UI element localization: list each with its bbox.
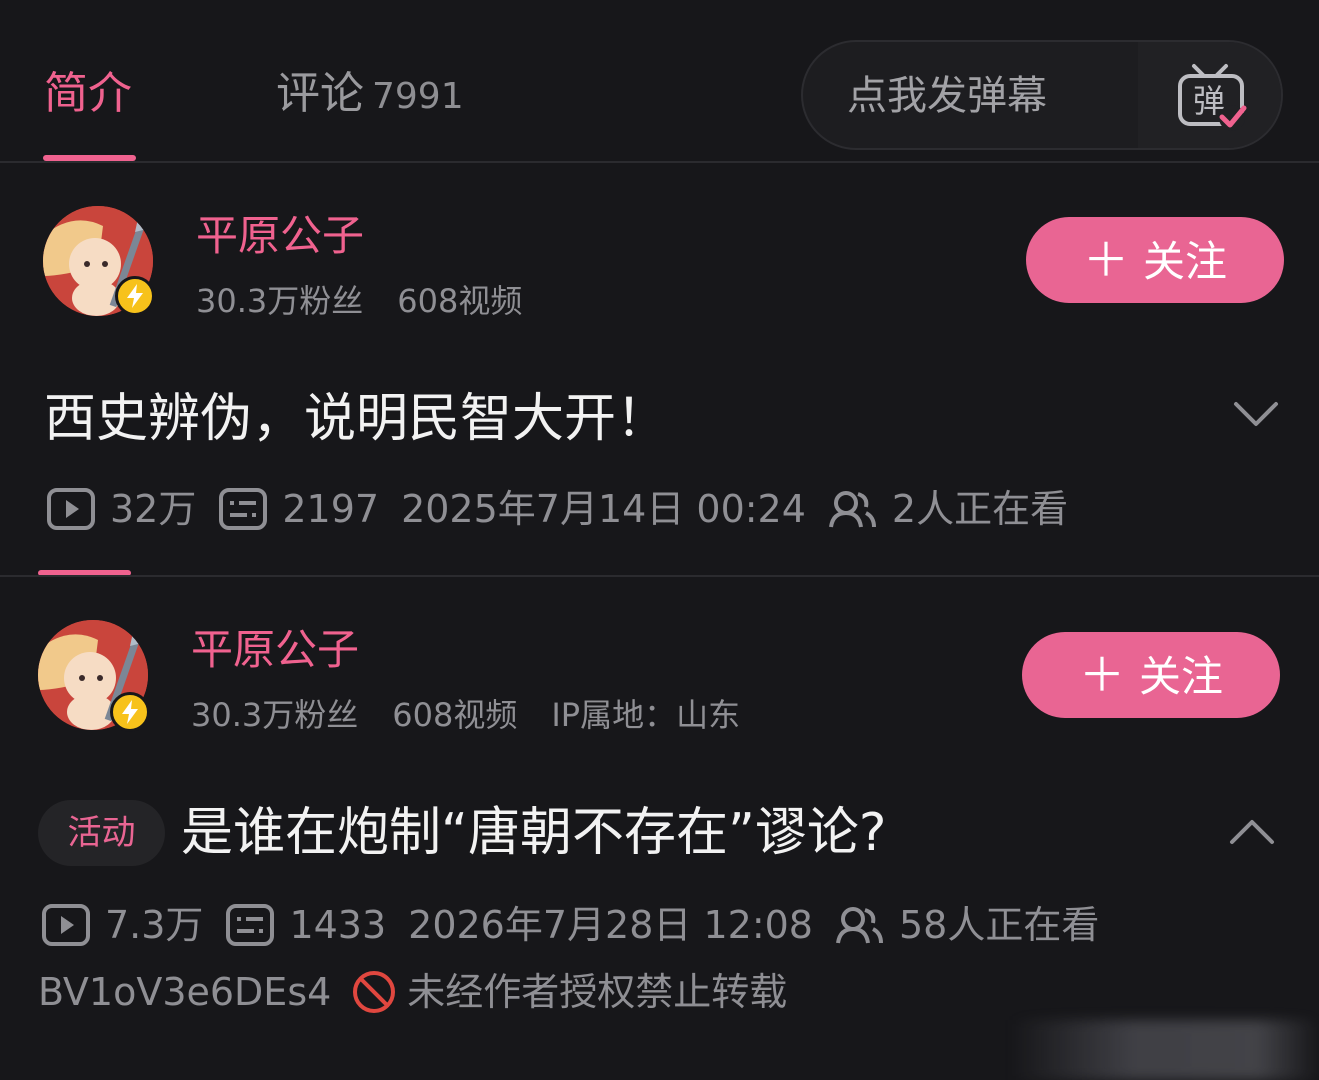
follow-button[interactable]: ＋ 关注 <box>1022 632 1280 718</box>
section-divider <box>0 575 1319 577</box>
watching-stat: 58人正在看 <box>835 900 1099 950</box>
ip-location: IP属地：山东 <box>551 696 741 734</box>
danmaku-count-icon <box>219 488 268 530</box>
fans-count: 30.3万粉丝 <box>191 696 359 734</box>
danmaku-toggle-icon: 弹 <box>1177 64 1246 131</box>
views-stat: 32万 <box>46 484 196 534</box>
play-count-icon <box>42 904 90 946</box>
danmaku-bar: 点我发弹幕 弹 <box>801 40 1283 150</box>
watching-count: 2人正在看 <box>891 487 1069 531</box>
watching-count: 58人正在看 <box>898 903 1100 947</box>
follow-button[interactable]: ＋ 关注 <box>1026 217 1284 303</box>
follow-label: 关注 <box>1138 652 1223 701</box>
verified-badge <box>110 692 150 732</box>
tab-bar-divider <box>0 161 1319 163</box>
bvid-row: BV1oV3e6DEs4 未经作者授权禁止转载 <box>38 966 787 1018</box>
author-avatar[interactable] <box>38 620 150 732</box>
plus-icon: ＋ <box>1082 233 1129 287</box>
image-artifact <box>1010 1020 1319 1080</box>
danmaku-stat: 1433 <box>225 900 386 950</box>
views-count: 32万 <box>110 487 197 531</box>
danmaku-input[interactable]: 点我发弹幕 <box>847 68 1047 124</box>
bvid[interactable]: BV1oV3e6DEs4 <box>38 966 331 1018</box>
danmaku-stat: 2197 <box>218 484 379 534</box>
tab-intro[interactable]: 简介 <box>44 66 132 122</box>
verified-badge <box>115 276 155 316</box>
lightning-icon <box>122 700 138 724</box>
tab-comments[interactable]: 评论 7991 <box>276 66 464 125</box>
repost-notice: 未经作者授权禁止转载 <box>407 970 788 1014</box>
video-stats: 32万 2197 2025年7月14日 00:24 2人正在看 <box>46 484 1090 534</box>
views-stat: 7.3万 <box>41 900 203 950</box>
activity-tag[interactable]: 活动 <box>38 800 165 866</box>
fans-count: 30.3万粉丝 <box>196 282 364 320</box>
author-meta: 30.3万粉丝 608视频 IP属地：山东 <box>191 694 774 736</box>
viewers-icon <box>836 907 883 944</box>
danmaku-count: 2197 <box>282 487 380 531</box>
publish-date: 2026年7月28日 12:08 <box>408 900 813 950</box>
video-title: 西史辨伪，说明民智大开！ <box>44 389 669 449</box>
tab-comments-label: 评论 <box>276 68 364 119</box>
no-repost-icon <box>353 971 396 1013</box>
watching-stat: 2人正在看 <box>828 484 1068 534</box>
lightning-icon <box>127 284 143 308</box>
author-name[interactable]: 平原公子 <box>196 210 364 262</box>
plus-icon: ＋ <box>1078 648 1125 702</box>
publish-datetime: 2025年7月14日 00:24 <box>401 487 806 531</box>
chevron-down-icon[interactable] <box>1232 400 1280 430</box>
publish-datetime: 2026年7月28日 12:08 <box>408 903 813 947</box>
video-title: 是谁在炮制“唐朝不存在”谬论? <box>181 803 887 863</box>
tab-intro-label: 简介 <box>44 68 132 119</box>
author-avatar[interactable] <box>43 206 155 316</box>
play-count-icon <box>47 488 95 530</box>
comments-count: 7991 <box>372 76 464 117</box>
video-count: 608视频 <box>397 282 523 320</box>
danmaku-count: 1433 <box>289 903 387 947</box>
video-count: 608视频 <box>392 696 518 734</box>
danmaku-toggle-button[interactable]: 弹 <box>1138 42 1281 148</box>
chevron-up-icon[interactable] <box>1228 816 1276 846</box>
publish-date: 2025年7月14日 00:24 <box>401 484 806 534</box>
author-meta: 30.3万粉丝 608视频 <box>196 280 556 322</box>
author-name[interactable]: 平原公子 <box>191 624 359 676</box>
viewers-icon <box>828 491 876 528</box>
views-count: 7.3万 <box>105 903 204 947</box>
danmaku-count-icon <box>226 904 275 946</box>
video-stats: 7.3万 1433 2026年7月28日 12:08 58人正在看 <box>41 900 1121 950</box>
follow-label: 关注 <box>1142 237 1227 286</box>
